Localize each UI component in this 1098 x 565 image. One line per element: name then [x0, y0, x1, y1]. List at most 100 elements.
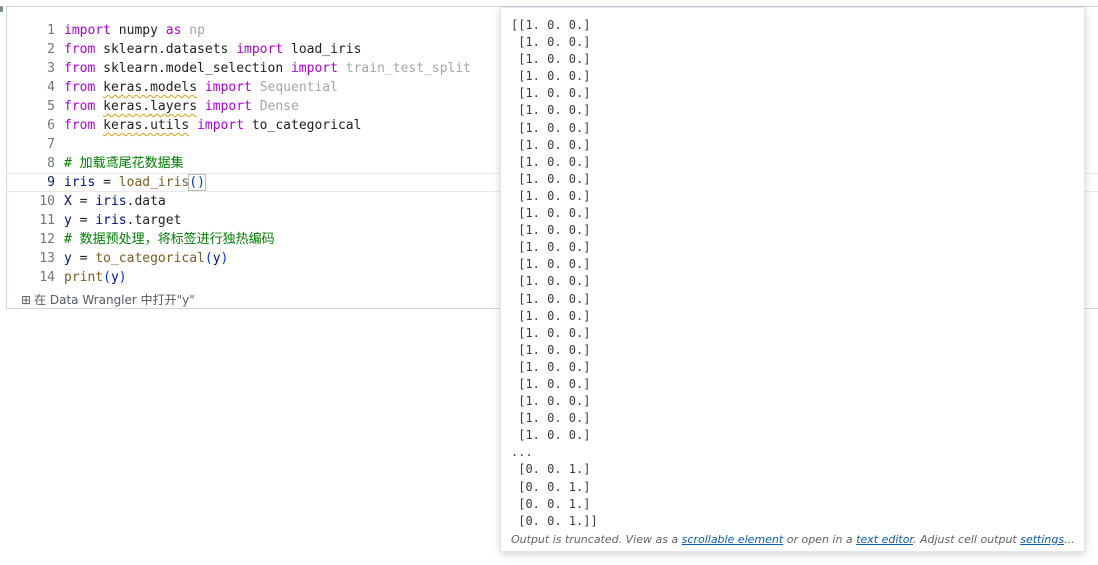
data-wrangler-label[interactable]: 在 Data Wrangler 中打开"y": [34, 293, 195, 307]
code-token: sklearn.model_selection: [95, 61, 291, 76]
output-line: [0. 0. 1.]]: [511, 513, 598, 528]
code-token: import: [204, 99, 252, 114]
line-number: 9: [47, 175, 55, 190]
code-text[interactable]: y = iris.target: [64, 211, 181, 230]
output-line: [1. 0. 0.]: [511, 223, 591, 238]
code-text[interactable]: from keras.layers import Dense: [64, 97, 299, 116]
code-token: y: [212, 251, 221, 266]
code-token: as: [165, 23, 182, 38]
output-line: [1. 0. 0.]: [511, 291, 591, 306]
output-line: [1. 0. 0.]: [511, 359, 591, 374]
code-text[interactable]: print(y): [64, 268, 127, 287]
code-text[interactable]: import numpy as np: [64, 21, 205, 40]
code-token: from: [64, 99, 96, 114]
line-number: 10: [39, 194, 55, 209]
code-token: iris: [95, 194, 127, 209]
code-text[interactable]: # 加载鸢尾花数据集: [64, 154, 184, 173]
footer-mid2: . Adjust cell output: [912, 533, 1021, 546]
output-line: [1. 0. 0.]: [511, 103, 591, 118]
code-token: .data: [126, 194, 166, 209]
code-token: Dense: [259, 99, 299, 114]
scrollable-element-link[interactable]: scrollable element: [682, 533, 784, 546]
code-token: # 数据预处理，将标签进行独热编码: [64, 232, 275, 247]
text-editor-link[interactable]: text editor: [856, 533, 913, 546]
code-token: =: [95, 175, 119, 190]
code-text[interactable]: from sklearn.datasets import load_iris: [64, 40, 361, 59]
code-token: X: [64, 194, 72, 209]
footer-mid: or open in a: [783, 533, 857, 546]
output-panel[interactable]: [[1. 0. 0.] [1. 0. 0.] [1. 0. 0.] [1. 0.…: [500, 7, 1085, 552]
code-token: keras.models: [103, 80, 198, 95]
cell-collapse-marker[interactable]: [0, 6, 3, 12]
code-token: sklearn.datasets: [95, 42, 237, 57]
code-token: =: [71, 194, 96, 209]
output-line: [1. 0. 0.]: [511, 240, 591, 255]
code-token: y: [110, 270, 119, 285]
output-line: [1. 0. 0.]: [511, 69, 591, 84]
code-token: =: [71, 251, 96, 266]
code-token: (): [188, 174, 206, 191]
code-token: import: [236, 42, 284, 57]
code-token: .target: [126, 213, 182, 228]
output-truncated-footer: Output is truncated. View as a scrollabl…: [511, 533, 1075, 546]
output-line: [1. 0. 0.]: [511, 120, 591, 135]
output-line: [1. 0. 0.]: [511, 411, 591, 426]
code-token: to_categorical: [95, 251, 205, 266]
code-token: np: [189, 23, 205, 38]
line-number: 7: [47, 137, 55, 152]
code-token: import: [290, 61, 338, 76]
table-icon: ⊞: [21, 293, 32, 307]
code-text[interactable]: from keras.utils import to_categorical: [64, 116, 361, 135]
output-line: [0. 0. 1.]: [511, 479, 591, 494]
footer-suffix: ...: [1064, 533, 1075, 546]
code-text[interactable]: from keras.models import Sequential: [64, 78, 338, 97]
code-text[interactable]: X = iris.data: [64, 192, 166, 211]
output-line: [1. 0. 0.]: [511, 188, 591, 203]
output-line: [1. 0. 0.]: [511, 376, 591, 391]
code-token: from: [64, 42, 96, 57]
line-number: 14: [39, 270, 55, 285]
output-line: [1. 0. 0.]: [511, 428, 591, 443]
output-line: [1. 0. 0.]: [511, 257, 591, 272]
code-token: from: [64, 80, 96, 95]
output-line: ...: [511, 445, 533, 460]
output-line: [1. 0. 0.]: [511, 274, 591, 289]
output-line: [1. 0. 0.]: [511, 206, 591, 221]
line-number: 8: [47, 156, 55, 171]
line-number: 5: [47, 99, 55, 114]
code-token: =: [71, 213, 96, 228]
code-token: import: [64, 23, 111, 38]
output-line: [1. 0. 0.]: [511, 394, 591, 409]
code-token: load_iris: [283, 42, 362, 57]
line-number: 4: [47, 80, 55, 95]
code-token: train_test_split: [345, 61, 472, 76]
code-token: y: [64, 251, 72, 266]
code-text[interactable]: # 数据预处理，将标签进行独热编码: [64, 230, 275, 249]
code-token: ): [220, 251, 229, 266]
line-number: 6: [47, 118, 55, 133]
code-token: print: [64, 270, 104, 285]
code-token: keras.layers: [103, 99, 198, 114]
output-line: [1. 0. 0.]: [511, 35, 591, 50]
line-number: 3: [47, 61, 55, 76]
data-wrangler-link[interactable]: ⊞ 在 Data Wrangler 中打开"y": [21, 291, 195, 308]
output-line: [1. 0. 0.]: [511, 86, 591, 101]
code-token: Sequential: [259, 80, 338, 95]
code-text[interactable]: from sklearn.model_selection import trai…: [64, 59, 471, 78]
code-text[interactable]: iris = load_iris(): [64, 174, 206, 191]
output-line: [0. 0. 1.]: [511, 496, 591, 511]
code-token: keras.utils: [103, 118, 190, 133]
line-number: 2: [47, 42, 55, 57]
settings-link[interactable]: settings: [1020, 533, 1064, 546]
code-text[interactable]: y = to_categorical(y): [64, 249, 228, 268]
output-line: [1. 0. 0.]: [511, 325, 591, 340]
output-text: [[1. 0. 0.] [1. 0. 0.] [1. 0. 0.] [1. 0.…: [511, 17, 598, 530]
